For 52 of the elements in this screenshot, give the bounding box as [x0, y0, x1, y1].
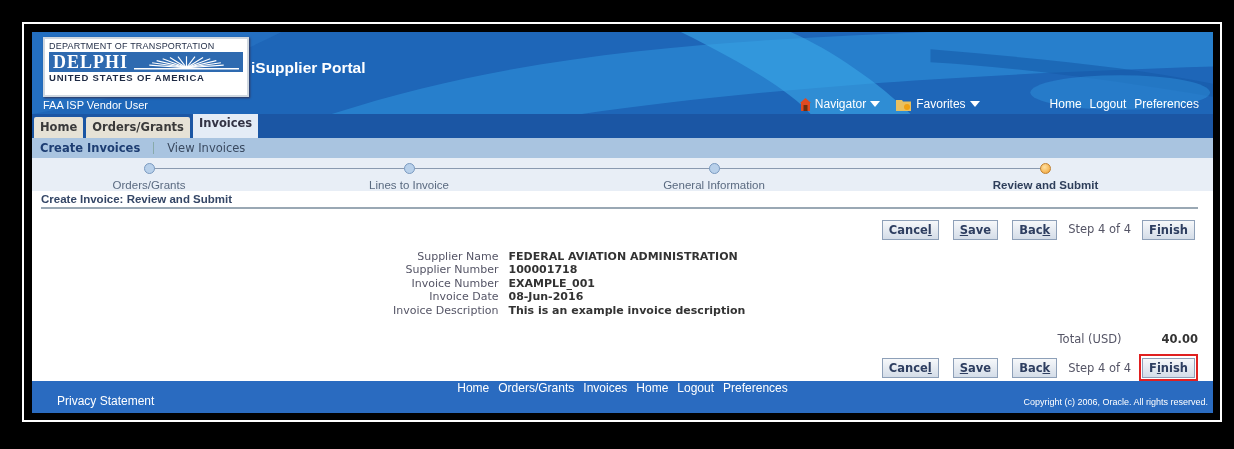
house-icon: [799, 97, 811, 111]
page-title: Create Invoice: Review and Submit: [41, 190, 1198, 209]
footer-link[interactable]: Preferences: [723, 381, 788, 396]
footer-link[interactable]: Logout: [677, 381, 715, 396]
logo: DEPARTMENT OF TRANSPORTATION DELPHI UNITED STATES OF AMERICA: [43, 37, 249, 97]
header-link[interactable]: Logout: [1089, 97, 1127, 112]
field-label: Supplier Number: [404, 263, 499, 277]
step-label: General Information: [663, 178, 765, 191]
step-label: Orders/Grants: [112, 178, 186, 191]
field-label: Invoice Number: [410, 276, 499, 291]
user-role: FAA ISP Vendor User: [43, 99, 149, 112]
total-label: Total (USD): [1057, 332, 1122, 347]
action-button[interactable]: Save: [952, 358, 999, 379]
header-link[interactable]: Preferences: [1134, 97, 1199, 112]
copyright-text: Copyright (c) 2006, Oracle. All rights reserved.: [1023, 397, 1208, 407]
field-value: EXAMPLE_001: [508, 276, 596, 291]
menu-link[interactable]: Favorites: [916, 97, 966, 112]
caret-icon: [969, 101, 980, 108]
footer-link[interactable]: Home: [636, 381, 669, 396]
field-label: Invoice Description: [393, 303, 499, 318]
field-value: FEDERAL AVIATION ADMINISTRATION: [508, 249, 739, 264]
field-label: Supplier Name: [416, 249, 499, 264]
subtab-link[interactable]: Create Invoices: [40, 140, 141, 155]
finish-button[interactable]: Finish: [1142, 358, 1195, 379]
finish-button[interactable]: Finish: [1142, 219, 1195, 240]
step-label: Review and Submit: [992, 178, 1099, 191]
caret-icon: [870, 101, 881, 108]
field-value: 08-Jun-2016: [508, 290, 585, 304]
header-link[interactable]: Home: [1049, 97, 1082, 112]
tab[interactable]: Orders/Grants: [86, 117, 190, 139]
field-value: 100001718: [508, 263, 579, 277]
field-label: Invoice Date: [428, 290, 499, 304]
footer-link[interactable]: Invoices: [583, 381, 628, 396]
action-button[interactable]: Cancel: [881, 358, 939, 379]
step-indicator: Step 4 of 4: [1068, 360, 1131, 375]
action-button[interactable]: Back: [1012, 358, 1058, 379]
footer-link[interactable]: Home: [457, 381, 490, 396]
subtab-link[interactable]: View Invoices: [167, 140, 246, 155]
menu-link[interactable]: Navigator: [814, 97, 867, 112]
field-value: This is an example invoice description: [508, 303, 746, 318]
folder-icon: [896, 97, 913, 111]
action-button[interactable]: Back: [1012, 219, 1058, 240]
footer-link[interactable]: Orders/Grants: [498, 381, 575, 396]
action-button[interactable]: Cancel: [881, 219, 939, 240]
step-label: Lines to Invoice: [369, 178, 449, 191]
privacy-link[interactable]: Privacy Statement: [57, 394, 155, 408]
tab[interactable]: Home: [34, 117, 84, 139]
app-title: iSupplier Portal: [251, 59, 366, 77]
total-value: 40.00: [1161, 332, 1198, 347]
step-indicator: Step 4 of 4: [1068, 222, 1131, 237]
tab[interactable]: Invoices: [192, 112, 259, 139]
action-button[interactable]: Save: [952, 219, 999, 240]
